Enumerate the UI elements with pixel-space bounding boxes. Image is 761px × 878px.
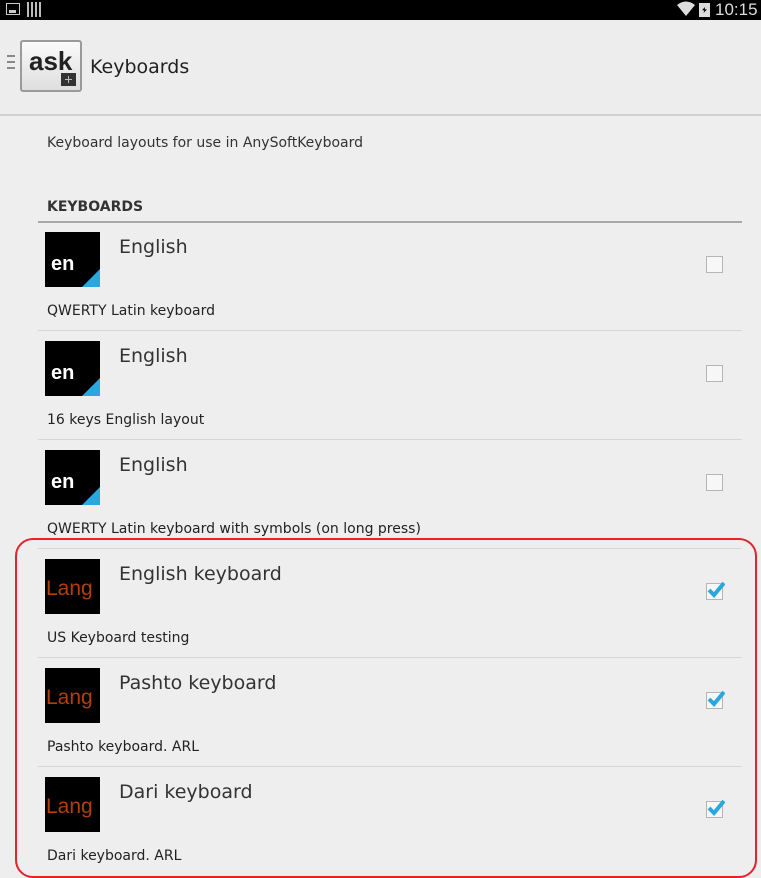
list-divider — [38, 657, 742, 658]
signal-icon — [27, 2, 41, 17]
keyboard-description: US Keyboard testing — [47, 630, 190, 646]
keyboard-description: Dari keyboard. ARL — [47, 848, 182, 864]
app-logo-text: ask — [29, 46, 73, 76]
list-divider — [38, 330, 742, 331]
app-logo-icon[interactable]: ask — [20, 40, 82, 92]
status-time: 10:15 — [715, 0, 758, 19]
keyboard-lang-icon: Lang — [45, 777, 100, 832]
keyboard-list-item[interactable]: Lang Pashto keyboard Pashto keyboard. AR… — [38, 659, 742, 767]
keyboard-badge-icon — [61, 73, 76, 86]
keyboard-en-icon: en — [45, 450, 100, 505]
keyboard-enable-checkbox[interactable] — [706, 474, 723, 491]
keyboard-list-item[interactable]: en English QWERTY Latin keyboard with sy… — [38, 441, 742, 549]
keyboard-name: Dari keyboard — [119, 781, 253, 803]
check-icon — [707, 581, 725, 598]
section-header: KEYBOARDS — [47, 199, 144, 215]
action-bar: ask Keyboards — [0, 20, 761, 116]
list-divider — [38, 439, 742, 440]
list-divider — [38, 766, 742, 767]
battery-icon — [699, 3, 710, 17]
keyboard-description: Pashto keyboard. ARL — [47, 739, 200, 755]
keyboard-list-item[interactable]: en English QWERTY Latin keyboard — [38, 223, 742, 331]
drawer-icon[interactable] — [7, 55, 15, 69]
keyboard-icon-label: en — [51, 471, 75, 493]
keyboard-name: English — [119, 236, 188, 258]
check-icon — [707, 799, 725, 816]
wifi-icon — [677, 1, 695, 16]
page-description: Keyboard layouts for use in AnySoftKeybo… — [47, 135, 363, 151]
keyboard-lang-icon: Lang — [45, 668, 100, 723]
keyboard-name: English — [119, 454, 188, 476]
list-divider — [38, 548, 742, 549]
keyboard-enable-checkbox[interactable] — [706, 581, 725, 600]
keyboard-en-icon: en — [45, 341, 100, 396]
keyboard-name: English keyboard — [119, 563, 282, 585]
page-title: Keyboards — [90, 56, 190, 78]
keyboard-enable-checkbox[interactable] — [706, 690, 725, 709]
keyboard-en-icon: en — [45, 232, 100, 287]
keyboard-name: English — [119, 345, 188, 367]
keyboard-enable-checkbox[interactable] — [706, 256, 723, 273]
status-bar: 10:15 — [0, 0, 761, 20]
keyboard-enable-checkbox[interactable] — [706, 365, 723, 382]
keyboard-description: 16 keys English layout — [47, 412, 205, 428]
keyboard-list-item[interactable]: Lang Dari keyboard Dari keyboard. ARL — [38, 768, 742, 876]
keyboard-enable-checkbox[interactable] — [706, 799, 725, 818]
image-notification-icon — [6, 3, 20, 15]
keyboard-icon-label: Lang — [46, 577, 93, 600]
keyboard-name: Pashto keyboard — [119, 672, 277, 694]
check-icon — [707, 690, 725, 707]
keyboard-icon-label: en — [51, 253, 75, 275]
keyboard-list-item[interactable]: Lang English keyboard US Keyboard testin… — [38, 550, 742, 658]
keyboard-lang-icon: Lang — [45, 559, 100, 614]
keyboard-icon-label: en — [51, 362, 75, 384]
keyboard-icon-label: Lang — [46, 795, 93, 818]
keyboard-list-item[interactable]: en English 16 keys English layout — [38, 332, 742, 440]
keyboard-description: QWERTY Latin keyboard — [47, 303, 215, 319]
keyboard-description: QWERTY Latin keyboard with symbols (on l… — [47, 521, 421, 537]
keyboard-icon-label: Lang — [46, 686, 93, 709]
